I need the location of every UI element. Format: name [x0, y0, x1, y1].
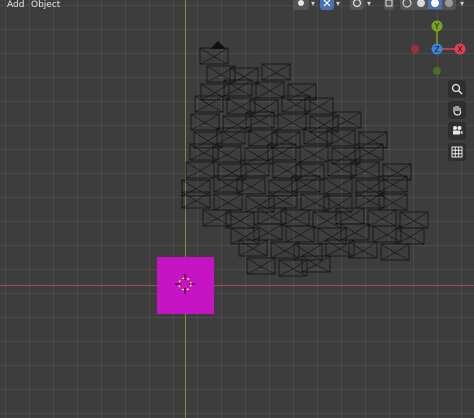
camera-object[interactable]	[255, 81, 285, 99]
shading-icons[interactable]	[400, 0, 456, 9]
camera-cluster[interactable]	[0, 0, 474, 418]
camera-object[interactable]	[245, 111, 275, 129]
camera-object[interactable]	[229, 67, 259, 85]
camera-object[interactable]	[236, 177, 266, 195]
camera-object[interactable]	[216, 127, 246, 145]
shading-mode-group	[400, 0, 456, 10]
camera-object[interactable]	[350, 161, 380, 179]
camera-object[interactable]	[348, 241, 378, 259]
proportional-edit-button[interactable]	[350, 0, 364, 10]
snap-toggle-button[interactable]	[320, 0, 334, 10]
camera-object[interactable]	[268, 191, 298, 209]
pivot-icon	[298, 0, 304, 6]
gizmo-neg-y-axis[interactable]	[433, 67, 441, 75]
menu-add[interactable]: Add	[7, 0, 24, 11]
zoom-button[interactable]	[448, 80, 466, 98]
camera-object[interactable]	[240, 159, 270, 177]
camera-object[interactable]	[213, 193, 243, 211]
proportional-icon	[352, 0, 362, 8]
camera-object[interactable]	[238, 239, 268, 257]
camera-object[interactable]	[190, 113, 220, 131]
camera-object[interactable]	[291, 175, 321, 193]
orthographic-toggle-button[interactable]	[448, 143, 466, 161]
camera-object[interactable]	[293, 243, 323, 261]
grid-icon	[451, 146, 463, 158]
viewport-header: Add Object ▾ ▾ ▾ ▾	[0, 0, 474, 12]
camera-object[interactable]	[261, 63, 291, 81]
menu-object[interactable]: Object	[31, 0, 60, 11]
camera-object[interactable]	[395, 227, 425, 245]
camera-object[interactable]	[225, 211, 255, 229]
chevron-down-icon[interactable]: ▾	[336, 0, 340, 8]
camera-object[interactable]	[199, 47, 229, 65]
camera-object[interactable]	[335, 207, 365, 225]
camera-object[interactable]	[223, 79, 253, 97]
camera-object[interactable]	[280, 209, 310, 227]
camera-object[interactable]	[222, 115, 252, 133]
xray-toggle-button[interactable]	[384, 0, 394, 10]
hand-pan-icon	[453, 106, 462, 116]
gizmo-x-label: X	[457, 45, 463, 54]
camera-object[interactable]	[253, 223, 283, 241]
camera-object[interactable]	[277, 113, 307, 131]
camera-object[interactable]	[181, 179, 211, 197]
camera-object[interactable]	[340, 223, 370, 241]
zoom-icon	[451, 83, 463, 95]
camera-object[interactable]	[326, 129, 356, 147]
magnet-icon	[323, 0, 331, 7]
camera-object[interactable]	[367, 209, 397, 227]
xray-icon	[385, 0, 393, 7]
camera-object[interactable]	[317, 227, 347, 245]
camera-view-button[interactable]	[448, 122, 466, 140]
chevron-down-icon[interactable]: ▾	[460, 0, 464, 8]
transform-pivot-button[interactable]	[293, 0, 309, 10]
camera-object[interactable]	[278, 259, 308, 277]
camera-object[interactable]	[399, 211, 429, 229]
camera-object[interactable]	[332, 111, 362, 129]
camera-object[interactable]	[380, 243, 410, 261]
camera-object[interactable]	[230, 227, 260, 245]
3d-cursor-icon	[175, 274, 195, 294]
camera-object[interactable]	[354, 143, 384, 161]
camera-object[interactable]	[267, 143, 297, 161]
camera-object[interactable]	[285, 225, 315, 243]
camera-object[interactable]	[200, 83, 230, 101]
camera-object[interactable]	[268, 179, 298, 197]
camera-object[interactable]	[287, 83, 317, 101]
camera-object[interactable]	[185, 161, 215, 179]
pan-button[interactable]	[448, 101, 466, 119]
navigation-gizmo[interactable]: Y Z X	[408, 18, 472, 80]
camera-object[interactable]	[181, 191, 211, 209]
camera-object[interactable]	[194, 95, 224, 113]
camera-object[interactable]	[301, 255, 331, 273]
camera-object[interactable]	[323, 177, 353, 195]
gizmo-neg-x-axis[interactable]	[411, 45, 419, 53]
camera-object[interactable]	[246, 257, 276, 275]
camera-object[interactable]	[212, 145, 242, 163]
camera-object[interactable]	[304, 97, 334, 115]
camera-object[interactable]	[312, 211, 342, 229]
chevron-down-icon[interactable]: ▾	[367, 0, 371, 8]
camera-object[interactable]	[299, 145, 329, 163]
camera-object[interactable]	[378, 175, 408, 193]
camera-icon	[453, 126, 463, 135]
gizmo-y-label: Y	[434, 22, 440, 31]
gizmo-z-label: Z	[434, 45, 440, 54]
camera-object[interactable]	[378, 193, 408, 211]
chevron-down-icon[interactable]: ▾	[311, 0, 315, 8]
3d-viewport[interactable]	[0, 0, 474, 418]
